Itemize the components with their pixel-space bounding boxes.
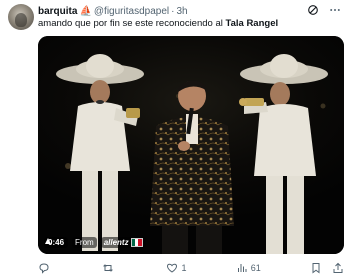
bookmark-button[interactable]: [310, 262, 322, 274]
more-icon[interactable]: [328, 3, 342, 17]
like-button[interactable]: 1: [166, 262, 186, 274]
tweet-actions: 1 61: [38, 261, 344, 275]
tweet-header: barquita ⛵ @figuritasdpapel · 3h: [38, 4, 188, 18]
reply-icon: [39, 263, 49, 274]
views-button[interactable]: 61: [236, 262, 261, 274]
tweet-text: amando que por fin se este reconociendo …: [38, 18, 278, 29]
right-actions: [310, 262, 344, 274]
reply-button[interactable]: [38, 262, 53, 274]
video-player[interactable]: 0:46 From allentz: [38, 36, 344, 254]
header-icons: [306, 3, 342, 17]
tweet-text-mention[interactable]: Tala Rangel: [226, 18, 279, 29]
retweet-button[interactable]: [102, 262, 117, 274]
bookmark-icon: [312, 263, 320, 274]
video-overlay: 0:46 From allentz: [44, 237, 146, 248]
video-scene-illustration: [56, 54, 328, 254]
from-label: From: [72, 237, 97, 248]
mexico-flag-icon: [130, 238, 143, 247]
separator-dot: ·: [171, 5, 175, 17]
like-count: 1: [181, 263, 187, 273]
like-icon: [167, 263, 178, 273]
retweet-icon: [103, 264, 113, 272]
share-button[interactable]: [332, 262, 344, 274]
share-icon: [333, 262, 343, 273]
source-logo-icon: [45, 238, 51, 244]
sailboat-emoji-icon: ⛵: [79, 5, 92, 17]
center-singer-figure: [150, 80, 234, 254]
tweet-text-body: amando que por fin se este reconociendo …: [38, 18, 226, 29]
video-source-badge[interactable]: allentz: [45, 237, 146, 248]
grok-icon[interactable]: [306, 3, 320, 17]
timestamp[interactable]: 3h: [176, 6, 187, 17]
right-mariachi-figure: [239, 54, 328, 254]
tweet[interactable]: barquita ⛵ @figuritasdpapel · 3h amando …: [0, 0, 350, 279]
user-handle[interactable]: @figuritasdpapel: [94, 6, 169, 17]
display-name[interactable]: barquita: [38, 6, 77, 17]
avatar[interactable]: [8, 4, 34, 30]
views-icon: [237, 264, 247, 272]
video-source-name: allentz: [103, 238, 129, 247]
views-count: 61: [250, 263, 261, 273]
left-mariachi-figure: [56, 54, 144, 251]
